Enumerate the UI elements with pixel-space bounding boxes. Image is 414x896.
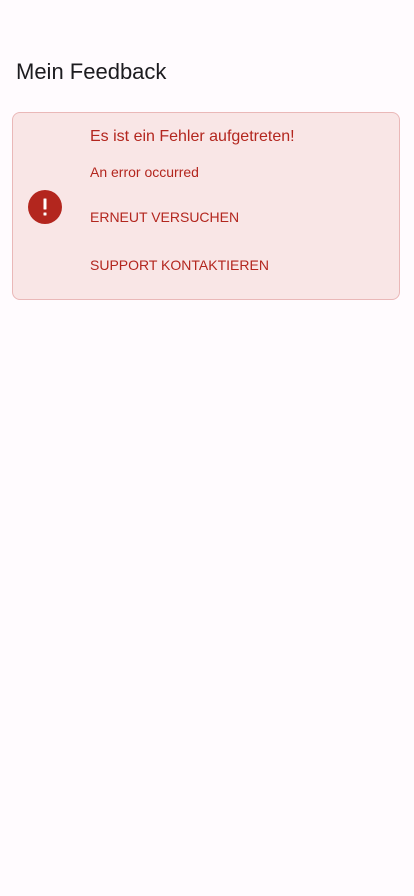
error-title: Es ist ein Fehler aufgetreten! xyxy=(90,128,295,145)
retry-button[interactable]: ERNEUT VERSUCHEN xyxy=(90,208,239,226)
contact-support-button[interactable]: SUPPORT KONTAKTIEREN xyxy=(90,256,269,274)
page-title: Mein Feedback xyxy=(16,59,167,84)
error-card: Es ist ein Fehler aufgetreten! An error … xyxy=(12,112,400,300)
error-message: An error occurred xyxy=(90,164,199,180)
error-icon xyxy=(28,190,62,224)
